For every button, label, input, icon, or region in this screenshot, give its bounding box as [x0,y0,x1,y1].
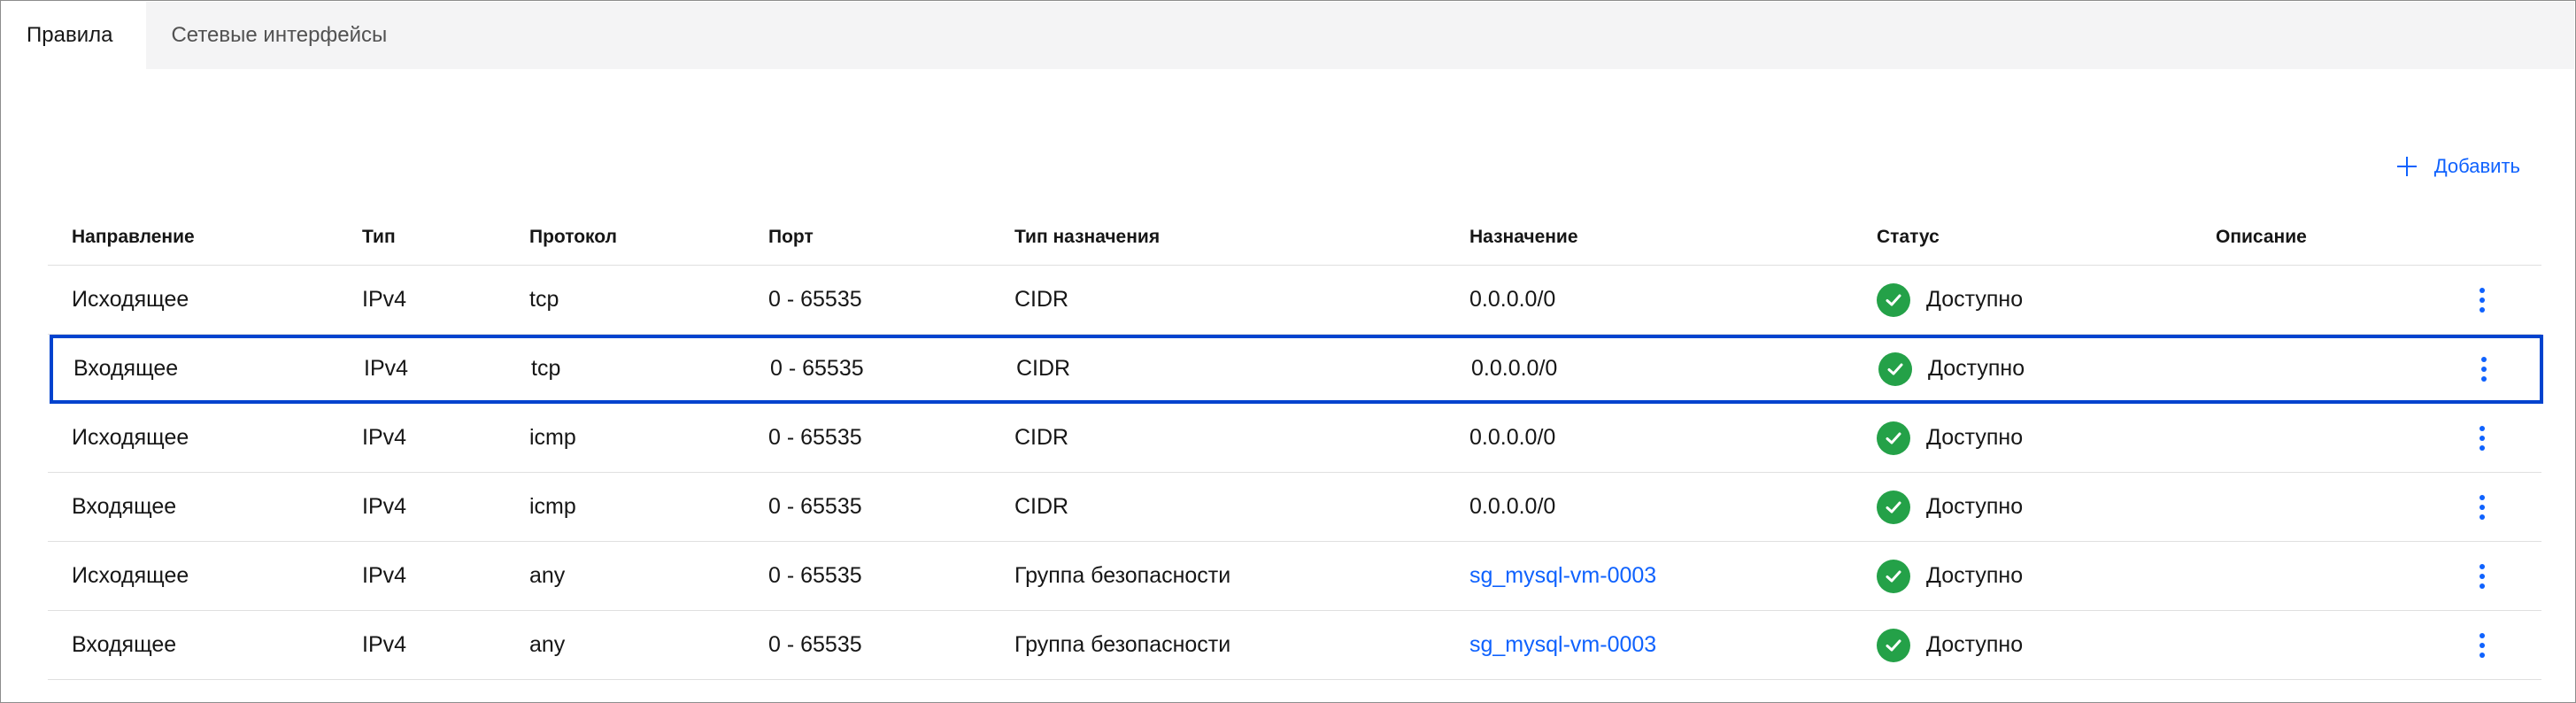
overflow-menu-vertical-icon[interactable] [2480,494,2485,520]
checkmark-filled-icon [1878,352,1912,386]
checkmark-filled-icon [1877,628,1910,662]
cell-destination[interactable]: sg_mysql-vm-0003 [1469,632,1656,658]
column-header-port[interactable]: Порт [768,210,814,265]
cell-port: 0 - 65535 [768,287,862,312]
cell-protocol: tcp [531,356,561,381]
overflow-menu-vertical-icon[interactable] [2480,287,2485,313]
cell-port: 0 - 65535 [768,494,862,519]
column-header-status[interactable]: Статус [1877,210,1940,265]
cell-direction: Исходящее [72,563,189,588]
table-row[interactable]: Исходящее IPv4 icmp 0 - 65535 CIDR 0.0.0.0/0 Д… [48,404,2541,473]
table-row[interactable]: Исходящее IPv4 any 0 - 65535 Группа безопасн… [48,542,2541,611]
cell-status: Доступно [1878,335,2025,403]
column-header-type[interactable]: Тип [362,210,396,265]
tab-rules[interactable]: Правила [2,2,147,69]
cell-type: IPv4 [362,632,407,657]
cell-direction: Входящее [72,632,177,657]
cell-destination-type: Группа безопасности [1014,563,1231,588]
cell-destination: 0.0.0.0/0 [1469,494,1556,519]
cell-destination[interactable]: sg_mysql-vm-0003 [1469,563,1656,589]
rules-table: Направление Тип Протокол Порт Тип назнач… [48,210,2543,680]
status-label: Доступно [1928,356,2025,381]
cell-type: IPv4 [362,425,407,450]
cell-status: Доступно [1877,266,2023,334]
column-header-destination-type[interactable]: Тип назначения [1014,210,1160,265]
overflow-menu-vertical-icon[interactable] [2480,563,2485,589]
cell-port: 0 - 65535 [770,356,864,381]
tab-bar: Правила Сетевые интерфейсы [2,2,2574,69]
cell-protocol: icmp [529,494,576,519]
checkmark-filled-icon [1877,559,1910,593]
cell-destination-type: CIDR [1014,494,1069,519]
cell-destination: 0.0.0.0/0 [1471,356,1558,381]
status-label: Доступно [1926,563,2024,588]
table-body: Исходящее IPv4 tcp 0 - 65535 CIDR 0.0.0.0/0 До… [48,266,2543,680]
cell-protocol: any [529,563,566,588]
status-label: Доступно [1926,494,2024,519]
table-header: Направление Тип Протокол Порт Тип назнач… [48,210,2541,266]
cell-type: IPv4 [362,287,407,312]
status-label: Доступно [1926,632,2024,657]
tab-network-interfaces[interactable]: Сетевые интерфейсы [146,2,419,69]
table-row[interactable]: Входящее IPv4 tcp 0 - 65535 CIDR 0.0.0.0/0 Дос… [50,335,2543,404]
cell-type: IPv4 [362,494,407,519]
cell-destination-type: CIDR [1014,425,1069,450]
cell-port: 0 - 65535 [768,563,862,588]
overflow-menu-vertical-icon[interactable] [2480,425,2485,451]
cell-destination: 0.0.0.0/0 [1469,287,1556,312]
cell-protocol: tcp [529,287,559,312]
column-header-description[interactable]: Описание [2216,210,2307,265]
cell-protocol: icmp [529,425,576,450]
cell-status: Доступно [1877,473,2023,541]
checkmark-filled-icon [1877,490,1910,524]
cell-port: 0 - 65535 [768,425,862,450]
cell-destination-type: CIDR [1014,287,1069,312]
cell-type: IPv4 [364,356,409,381]
cell-destination-type: Группа безопасности [1014,632,1231,657]
column-header-direction[interactable]: Направление [72,210,195,265]
cell-protocol: any [529,632,566,657]
cell-type: IPv4 [362,563,407,588]
cell-status: Доступно [1877,611,2023,679]
cell-status: Доступно [1877,542,2023,610]
table-row[interactable]: Входящее IPv4 any 0 - 65535 Группа безопасно… [48,611,2541,680]
overflow-menu-vertical-icon[interactable] [2480,632,2485,658]
table-row[interactable]: Входящее IPv4 icmp 0 - 65535 CIDR 0.0.0.0/0 До… [48,473,2541,542]
status-label: Доступно [1926,425,2024,450]
cell-direction: Исходящее [72,287,189,312]
cell-direction: Входящее [73,356,179,381]
column-header-destination[interactable]: Назначение [1469,210,1578,265]
cell-direction: Исходящее [72,425,189,450]
add-rule-button[interactable]: Добавить [2395,155,2520,178]
cell-destination: 0.0.0.0/0 [1469,425,1556,450]
checkmark-filled-icon [1877,282,1910,317]
overflow-menu-vertical-icon[interactable] [2481,356,2487,382]
cell-direction: Входящее [72,494,177,519]
table-row[interactable]: Исходящее IPv4 tcp 0 - 65535 CIDR 0.0.0.0/0 До… [48,266,2541,335]
checkmark-filled-icon [1877,421,1910,455]
cell-status: Доступно [1877,404,2023,472]
add-rule-label: Добавить [2433,155,2520,177]
status-label: Доступно [1926,287,2024,312]
cell-port: 0 - 65535 [768,632,862,657]
security-group-panel: Правила Сетевые интерфейсы Добавить Напр… [0,0,2576,703]
cell-destination-type: CIDR [1016,356,1071,381]
plus-icon [2396,157,2417,176]
column-header-protocol[interactable]: Протокол [529,210,617,265]
